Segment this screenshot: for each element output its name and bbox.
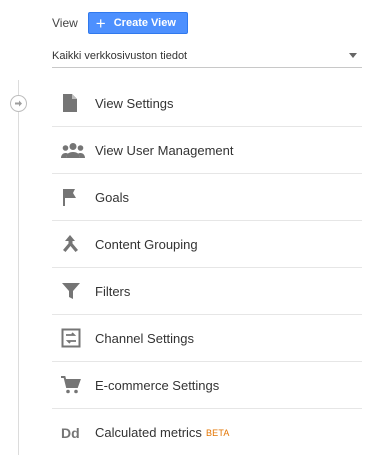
plus-icon: + (95, 13, 106, 33)
view-selector-value: Kaikki verkkosivuston tiedot (52, 49, 188, 62)
menu-item-label: Goals (95, 189, 129, 205)
menu-item-channel-settings[interactable]: Channel Settings (52, 315, 362, 362)
create-view-button-label: Create View (113, 17, 176, 29)
menu-item-label: Calculated metrics (95, 425, 202, 440)
svg-text:Dd: Dd (61, 425, 80, 441)
view-settings-menu: View Settings View User Management Goals… (52, 80, 362, 455)
timeline-marker (10, 95, 27, 112)
menu-item-label: View User Management (95, 142, 234, 158)
channel-settings-icon (52, 328, 95, 348)
menu-item-label: Filters (95, 283, 131, 299)
menu-item-goals[interactable]: Goals (52, 174, 362, 221)
cart-icon (52, 376, 95, 394)
chevron-down-icon (349, 53, 357, 58)
menu-item-ecommerce-settings[interactable]: E-commerce Settings (52, 362, 362, 409)
menu-item-filters[interactable]: Filters (52, 268, 362, 315)
menu-item-label: View Settings (95, 95, 174, 111)
view-header: View + Create View (52, 12, 188, 34)
menu-item-view-settings[interactable]: View Settings (52, 80, 362, 127)
users-icon (52, 142, 95, 158)
menu-item-label: E-commerce Settings (95, 377, 220, 393)
filter-icon (52, 282, 95, 300)
calculated-metrics-icon: Dd (52, 425, 95, 441)
menu-item-label: Channel Settings (95, 330, 195, 346)
document-icon (52, 93, 95, 113)
create-view-button[interactable]: + Create View (87, 12, 188, 34)
view-label: View (52, 16, 78, 30)
flag-icon (52, 187, 95, 207)
menu-item-calculated-metrics[interactable]: Dd Calculated metrics BETA (52, 409, 362, 455)
menu-item-label: Content Grouping (95, 236, 198, 252)
menu-item-content-grouping[interactable]: Content Grouping (52, 221, 362, 268)
merge-icon (52, 234, 95, 254)
menu-item-view-user-management[interactable]: View User Management (52, 127, 362, 174)
arrow-right-icon (15, 100, 22, 107)
timeline-line (18, 80, 19, 455)
beta-badge: BETA (205, 427, 230, 438)
view-selector-dropdown[interactable]: Kaikki verkkosivuston tiedot (52, 44, 362, 68)
